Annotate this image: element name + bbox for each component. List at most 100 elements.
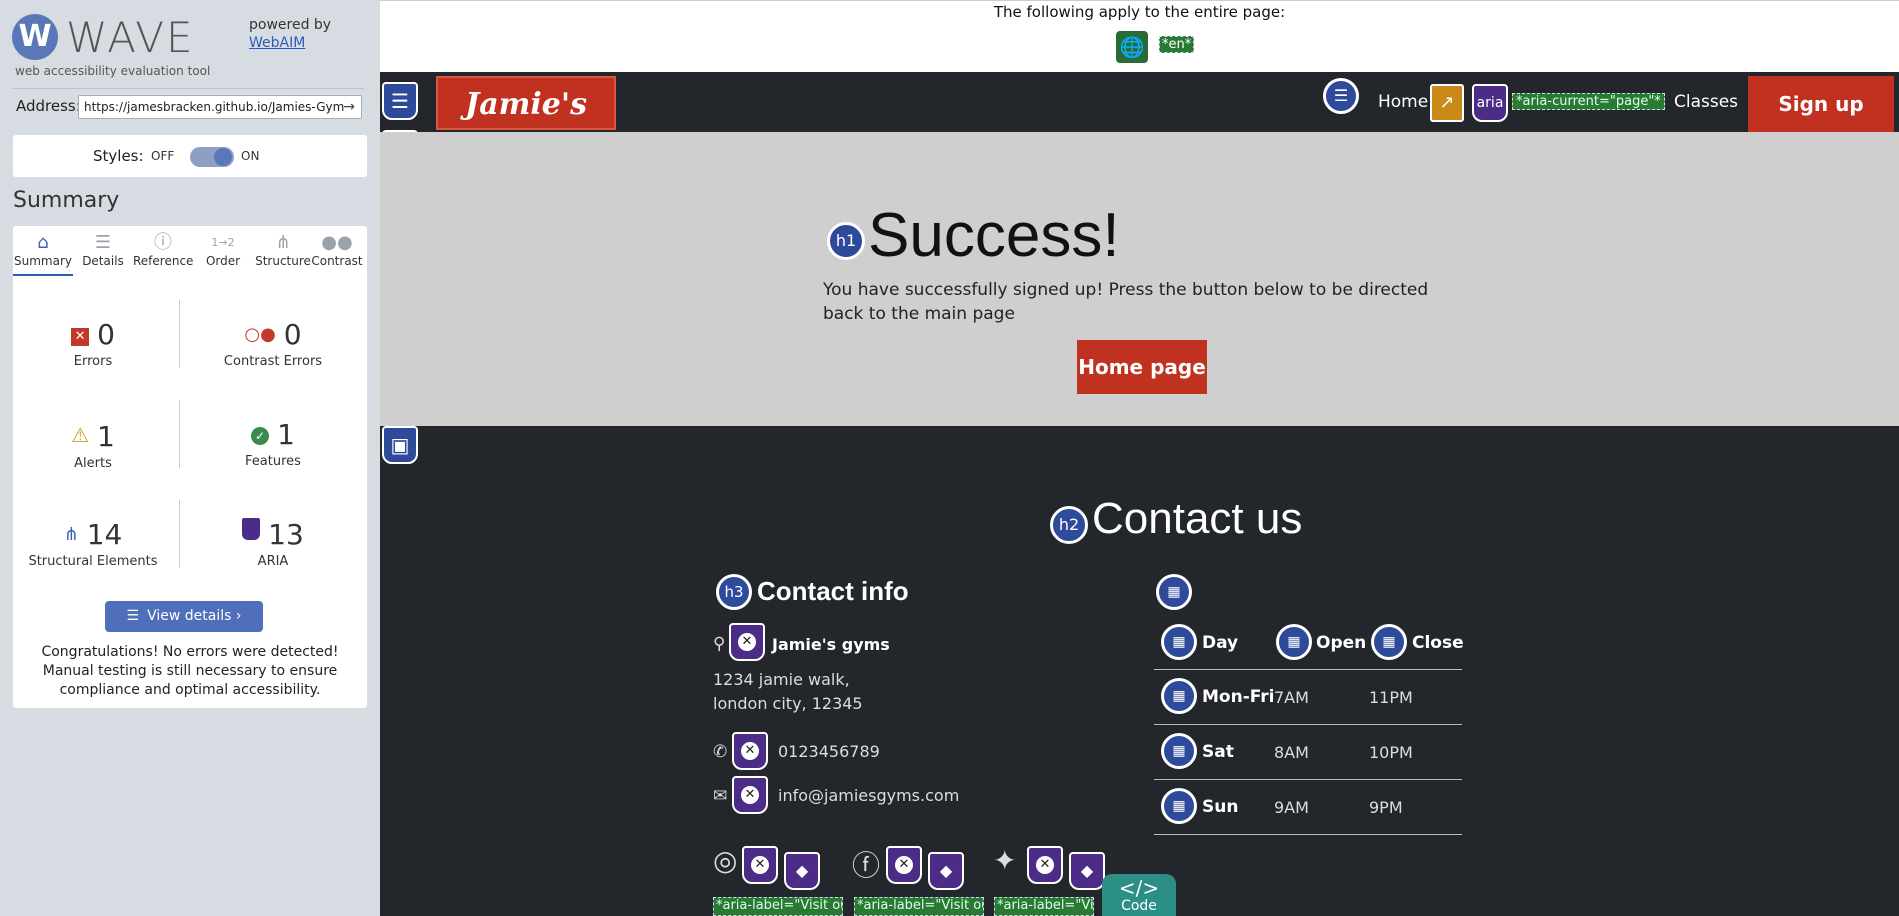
tab-summary[interactable]: ⌂ Summary — [13, 230, 73, 276]
tab-label: Reference — [133, 254, 194, 268]
map-pin-icon: ⚲ — [713, 634, 726, 654]
tab-label: Summary — [14, 254, 72, 268]
twitter-icon[interactable]: ✦ — [993, 844, 1016, 877]
stat-structural[interactable]: ⋔ 14 Structural Elements — [13, 518, 173, 569]
divider — [12, 88, 364, 89]
summary-panel: ⌂ Summary ☰ Details ⓘ Reference 1→2 Orde… — [13, 226, 367, 708]
aria-label-icon[interactable]: ◆ — [784, 852, 820, 890]
aria-label-icon[interactable]: ◆ — [1069, 852, 1105, 890]
signup-button[interactable]: Sign up now! — [1748, 76, 1894, 172]
home-page-button[interactable]: Home page — [1077, 340, 1207, 394]
h2-icon[interactable]: h2 — [1050, 506, 1088, 544]
contrast-label: Contrast Errors — [223, 354, 323, 369]
aria-label-tag[interactable]: *aria-label="Vis — [994, 897, 1094, 916]
table-row-day: Sat — [1202, 742, 1234, 762]
order-icon: 1→2 — [211, 236, 235, 249]
list-icon: ☰ — [126, 608, 140, 624]
view-details-button[interactable]: ☰ View details › — [105, 601, 263, 632]
aria-hidden-icon[interactable]: ✕ — [886, 846, 922, 884]
nav-classes-link[interactable]: Classes — [1674, 92, 1738, 112]
structure-icon: ⋔ — [63, 524, 79, 545]
header-landmark-icon[interactable]: ☰ — [382, 82, 418, 120]
styles-on-label: ON — [241, 149, 260, 163]
alerts-label: Alerts — [74, 456, 112, 471]
redundant-link-alert-icon[interactable]: ↗ — [1430, 84, 1464, 122]
table-header-icon[interactable]: ▦ — [1371, 624, 1407, 660]
summary-heading: Summary — [13, 188, 120, 213]
lang-tag[interactable]: *en* — [1159, 36, 1195, 53]
address-line-2: london city, 12345 — [713, 694, 863, 713]
footer-landmark-icon[interactable]: ▣ — [382, 426, 418, 464]
tab-label: Order — [205, 254, 241, 268]
wave-sidebar: W WAVE web accessibility evaluation tool… — [0, 0, 380, 916]
list-icon: ☰ — [94, 232, 112, 253]
aria-current-tag[interactable]: *aria-current="page"* — [1512, 93, 1665, 110]
features-label: Features — [245, 454, 301, 469]
row-header-icon[interactable]: ▦ — [1161, 678, 1197, 714]
home-icon: ⌂ — [37, 232, 49, 253]
envelope-icon: ✉ — [713, 786, 728, 806]
tab-label: Structure — [255, 254, 311, 268]
contact-info-heading: Contact info — [757, 576, 909, 606]
structural-count: 14 — [86, 518, 123, 551]
contrast-icon: ●● — [321, 232, 353, 253]
brand-logo[interactable]: Jamie's Gyms — [436, 76, 616, 176]
contrast-count: 0 — [283, 318, 302, 351]
table-header-icon[interactable]: ▦ — [1276, 624, 1312, 660]
table-header-close: Close — [1412, 633, 1464, 653]
tab-reference[interactable]: ⓘ Reference — [133, 230, 193, 276]
table-icon[interactable]: ▦ — [1156, 574, 1192, 610]
stat-divider — [179, 400, 180, 468]
aria-hidden-icon[interactable]: ✕ — [732, 776, 768, 814]
styles-toggle[interactable] — [190, 147, 234, 167]
code-button[interactable]: </> Code — [1102, 874, 1176, 916]
instagram-icon[interactable]: ◎ — [713, 844, 737, 877]
aria-label-tag[interactable]: *aria-label="Visit our — [713, 897, 843, 916]
aria-label: ARIA — [257, 554, 289, 569]
view-details-label: View details › — [147, 608, 242, 624]
address-label: Address: — [16, 97, 81, 115]
wave-logo-text: WAVE — [66, 13, 195, 62]
stat-alerts[interactable]: ⚠ 1 Alerts — [13, 418, 173, 471]
table-header-day: Day — [1202, 633, 1239, 653]
h3-icon[interactable]: h3 — [716, 574, 752, 610]
list-icon[interactable]: ☰ — [1323, 78, 1359, 114]
structure-icon: ⋔ — [275, 232, 291, 253]
aria-hidden-icon[interactable]: ✕ — [732, 732, 768, 770]
stat-contrast-errors[interactable]: ○● 0 Contrast Errors — [193, 318, 353, 369]
row-header-icon[interactable]: ▦ — [1161, 788, 1197, 824]
entire-page-bar: The following apply to the entire page: … — [380, 0, 1899, 72]
table-divider — [1154, 779, 1462, 780]
code-icon: </> — [1118, 876, 1160, 900]
aria-count: 13 — [268, 518, 304, 551]
stat-features[interactable]: ✓ 1 Features — [193, 418, 353, 469]
nav-home-link[interactable]: Home — [1378, 92, 1428, 112]
row-header-icon[interactable]: ▦ — [1161, 733, 1197, 769]
aria-icon — [242, 518, 261, 540]
email-address: info@jamiesgyms.com — [778, 786, 960, 805]
entire-page-text: The following apply to the entire page: — [993, 3, 1286, 21]
h1-icon[interactable]: h1 — [827, 222, 865, 260]
aria-label-tag[interactable]: *aria-label="Visit our — [854, 897, 984, 916]
arrow-right-icon[interactable]: → — [343, 96, 355, 118]
tab-details[interactable]: ☰ Details — [73, 230, 133, 276]
address-input[interactable]: https://jamesbracken.github.io/Jamies-Gy… — [78, 95, 362, 119]
facebook-icon[interactable]: ⓕ — [852, 844, 880, 884]
aria-label-icon[interactable]: ◆ — [928, 852, 964, 890]
table-cell-open: 9AM — [1274, 798, 1309, 817]
tab-order[interactable]: 1→2 Order — [193, 230, 253, 276]
aria-icon[interactable]: aria — [1472, 84, 1508, 122]
aria-hidden-icon[interactable]: ✕ — [729, 623, 765, 661]
table-divider — [1154, 724, 1462, 725]
tab-structure[interactable]: ⋔ Structure — [253, 230, 313, 276]
structural-label: Structural Elements — [28, 554, 158, 569]
table-header-icon[interactable]: ▦ — [1161, 624, 1197, 660]
stat-aria[interactable]: 13 ARIA — [193, 518, 353, 569]
tab-contrast[interactable]: ●● Contrast — [307, 230, 367, 276]
aria-hidden-icon[interactable]: ✕ — [742, 846, 778, 884]
aria-hidden-icon[interactable]: ✕ — [1027, 846, 1063, 884]
table-header-open: Open — [1316, 633, 1367, 653]
webaim-link[interactable]: WebAIM — [249, 35, 305, 51]
stat-errors[interactable]: ✕ 0 Errors — [13, 318, 173, 369]
globe-icon[interactable]: 🌐 — [1116, 31, 1148, 63]
